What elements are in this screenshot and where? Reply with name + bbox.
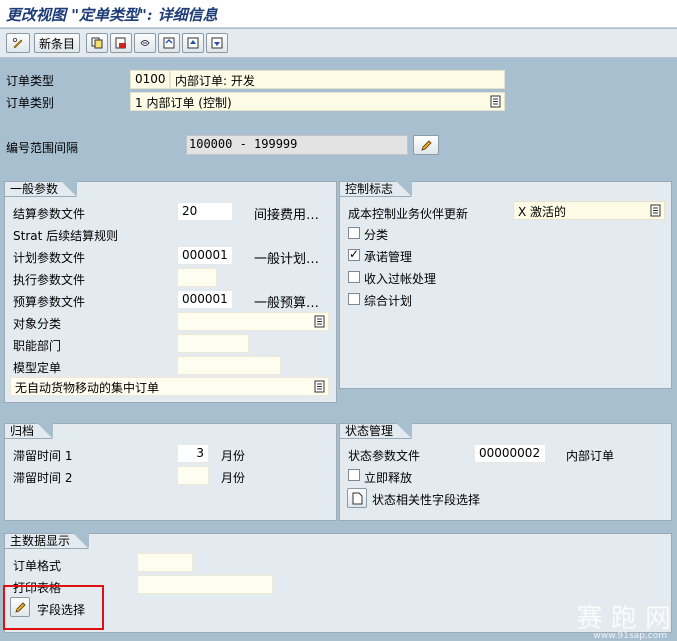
dropdown-icon[interactable] (490, 95, 501, 108)
strat-label: Strat 后续结算规则 (13, 229, 119, 243)
watermark-url: www.91sap.com (593, 631, 667, 641)
previous-entry-button[interactable] (182, 33, 204, 53)
next-entry-button[interactable] (206, 33, 228, 53)
exec-profile-field[interactable] (177, 268, 217, 287)
commitment-label: 承诺管理 (364, 250, 413, 264)
func-area-label: 职能部门 (13, 339, 62, 353)
budget-profile-label: 预算参数文件 (13, 295, 86, 309)
delete-button[interactable] (110, 33, 132, 53)
residence2-unit: 月份 (221, 471, 246, 485)
order-category-label: 订单类别 (6, 96, 55, 110)
order-layout-label: 订单格式 (13, 559, 62, 573)
dropdown-icon[interactable] (650, 204, 661, 217)
func-area-field[interactable] (177, 334, 249, 353)
copy-as-button[interactable] (86, 33, 108, 53)
dropdown-icon[interactable] (314, 315, 325, 328)
order-type-label: 订单类型 (6, 74, 55, 88)
print-form-field[interactable] (137, 575, 273, 594)
undo-icon (140, 40, 150, 46)
status-field-selection-label: 状态相关性字段选择 (372, 493, 481, 507)
status-profile-field[interactable]: 00000002 (474, 444, 546, 463)
group-title: 主数据显示 (4, 533, 90, 549)
object-class-label: 对象分类 (13, 317, 62, 331)
number-range-field: 100000 - 199999 (186, 135, 408, 155)
order-category-field[interactable]: 1 内部订单 (控制) (130, 92, 505, 111)
cobp-field[interactable]: X 激活的 (513, 201, 665, 220)
order-category-value: 1 内部订单 (控制) (135, 96, 232, 110)
previous-icon (187, 37, 199, 49)
toolbar: 新条目 (0, 29, 677, 58)
order-type-code: 0100 (130, 70, 170, 89)
object-class-field[interactable] (177, 312, 329, 331)
number-range-edit-button[interactable] (413, 135, 439, 155)
integrated-planning-checkbox[interactable] (348, 293, 360, 305)
dropdown-icon[interactable] (314, 380, 325, 393)
settlement-profile-label: 结算参数文件 (13, 207, 86, 221)
classification-label: 分类 (364, 228, 389, 242)
new-entries-button[interactable]: 新条目 (34, 33, 80, 53)
undo-button[interactable] (134, 33, 156, 53)
settlement-profile-desc: 间接费用… (254, 208, 320, 223)
pencil-glasses-icon (12, 37, 23, 49)
budget-profile-desc: 一般预算… (254, 296, 320, 311)
delete-icon (115, 37, 126, 49)
select-all-icon (163, 37, 175, 49)
group-title: 控制标志 (339, 181, 413, 197)
title-bar: 更改视图 "定单类型": 详细信息 (0, 0, 677, 28)
group-title: 一般参数 (4, 181, 78, 197)
highlight-box (3, 585, 104, 630)
copy-icon (91, 37, 103, 49)
classification-checkbox[interactable] (348, 227, 360, 239)
revenue-label: 收入过帐处理 (364, 272, 437, 286)
model-order-field[interactable] (177, 356, 281, 375)
residence2-field[interactable] (177, 466, 209, 485)
status-field-selection-button[interactable] (347, 488, 367, 508)
residence1-label: 滞留时间 1 (13, 449, 73, 463)
pencil-icon (421, 140, 432, 151)
collective-order-field[interactable]: 无自动货物移动的集中订单 (10, 377, 329, 396)
residence1-field[interactable]: 3 (177, 444, 209, 463)
group-title: 状态管理 (339, 423, 413, 439)
order-layout-field[interactable] (137, 553, 193, 572)
integrated-planning-label: 综合计划 (364, 294, 413, 308)
collective-order-value: 无自动货物移动的集中订单 (15, 381, 160, 395)
group-title: 归档 (4, 423, 54, 439)
status-profile-desc: 内部订单 (566, 449, 615, 463)
next-icon (211, 37, 223, 49)
residence1-unit: 月份 (221, 449, 246, 463)
page-title: 更改视图 "定单类型": 详细信息 (6, 6, 218, 24)
select-all-button[interactable] (158, 33, 180, 53)
watermark-logo: 赛 跑 网 (576, 604, 671, 634)
release-immediately-label: 立即释放 (364, 471, 413, 485)
number-range-label: 编号范围间隔 (6, 141, 79, 155)
planning-profile-field[interactable]: 000001 (177, 246, 233, 265)
display-change-button[interactable] (6, 33, 30, 53)
planning-profile-desc: 一般计划… (254, 252, 320, 267)
planning-profile-label: 计划参数文件 (13, 251, 86, 265)
order-type-text: 内部订单: 开发 (170, 70, 505, 89)
status-profile-label: 状态参数文件 (348, 449, 421, 463)
cobp-label: 成本控制业务伙伴更新 (348, 207, 469, 221)
settlement-profile-field[interactable]: 20 (177, 202, 233, 221)
commitment-checkbox[interactable] (348, 247, 360, 261)
residence2-label: 滞留时间 2 (13, 471, 73, 485)
revenue-checkbox[interactable] (348, 271, 360, 283)
release-immediately-checkbox[interactable] (348, 469, 360, 481)
master-data-display-group: 主数据显示 (4, 533, 672, 633)
document-icon (352, 492, 363, 505)
budget-profile-field[interactable]: 000001 (177, 290, 233, 309)
cobp-value: X 激活的 (518, 205, 567, 219)
model-order-label: 模型定单 (13, 361, 62, 375)
exec-profile-label: 执行参数文件 (13, 273, 86, 287)
